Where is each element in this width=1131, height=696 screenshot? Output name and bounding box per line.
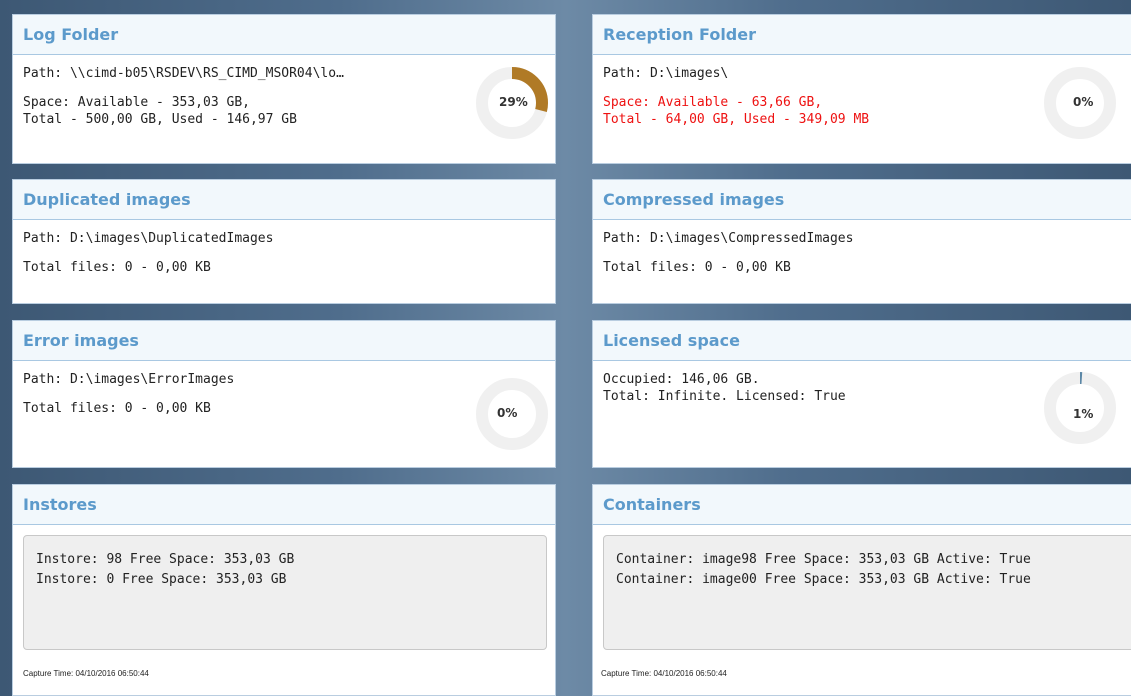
instores-panel: Instores Instore: 98 Free Space: 353,03 … [12, 484, 556, 696]
reception-folder-percent: 0% [1073, 95, 1094, 109]
error-images-path: Path: D:\images\ErrorImages [23, 372, 235, 387]
instore-item: Instore: 0 Free Space: 353,03 GB [36, 572, 287, 587]
instores-capture-time: Capture Time: 04/10/2016 06:50:44 [23, 669, 149, 678]
duplicated-images-panel: Duplicated images Path: D:\images\Duplic… [12, 179, 556, 304]
licensed-space-title: Licensed space [593, 321, 1131, 361]
error-images-panel: Error images Path: D:\images\ErrorImages… [12, 320, 556, 468]
instores-title: Instores [13, 485, 555, 525]
log-folder-path: Path: \\cimd-b05\RSDEV\RS_CIMD_MSOR04\lo… [23, 66, 344, 81]
containers-capture-time: Capture Time: 04/10/2016 06:50:44 [601, 669, 727, 678]
compressed-images-title: Compressed images [593, 180, 1131, 220]
containers-title: Containers [593, 485, 1131, 525]
container-item: Container: image00 Free Space: 353,03 GB… [616, 572, 1031, 587]
compressed-images-panel: Compressed images Path: D:\images\Compre… [592, 179, 1131, 304]
licensed-space-panel: Licensed space Occupied: 146,06 GB. Tota… [592, 320, 1131, 468]
error-images-total: Total files: 0 - 0,00 KB [23, 401, 211, 416]
error-images-title: Error images [13, 321, 555, 361]
instore-item: Instore: 98 Free Space: 353,03 GB [36, 552, 295, 567]
container-item: Container: image98 Free Space: 353,03 GB… [616, 552, 1031, 567]
compressed-images-total: Total files: 0 - 0,00 KB [603, 260, 791, 275]
duplicated-images-title: Duplicated images [13, 180, 555, 220]
log-folder-title: Log Folder [13, 15, 555, 55]
log-folder-space-available: Space: Available - 353,03 GB, [23, 95, 250, 110]
instores-list: Instore: 98 Free Space: 353,03 GB Instor… [23, 535, 547, 650]
compressed-images-path: Path: D:\images\CompressedImages [603, 231, 854, 246]
duplicated-images-path: Path: D:\images\DuplicatedImages [23, 231, 274, 246]
containers-list: Container: image98 Free Space: 353,03 GB… [603, 535, 1131, 650]
log-folder-space-total: Total - 500,00 GB, Used - 146,97 GB [23, 112, 297, 127]
duplicated-images-total: Total files: 0 - 0,00 KB [23, 260, 211, 275]
containers-panel: Containers Container: image98 Free Space… [592, 484, 1131, 696]
error-images-percent: 0% [497, 406, 518, 420]
log-folder-percent: 29% [499, 95, 528, 109]
licensed-space-percent: 1% [1073, 407, 1094, 421]
reception-folder-panel: Reception Folder Path: D:\images\ Space:… [592, 14, 1131, 164]
reception-folder-title: Reception Folder [593, 15, 1131, 55]
log-folder-panel: Log Folder Path: \\cimd-b05\RSDEV\RS_CIM… [12, 14, 556, 164]
